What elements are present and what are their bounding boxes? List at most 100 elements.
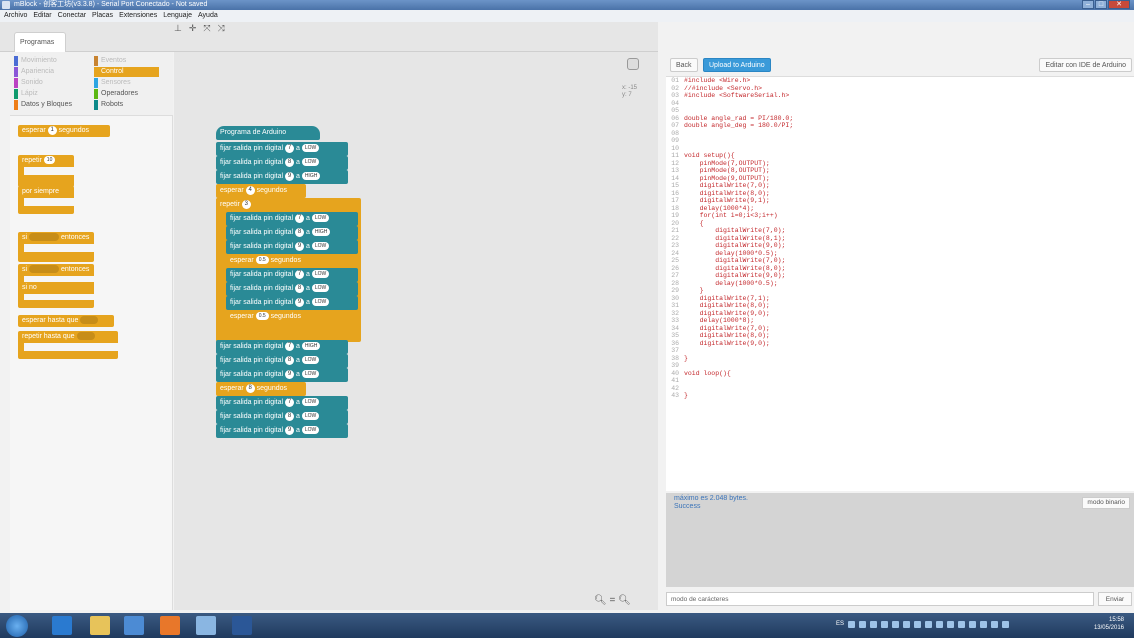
level-dropdown[interactable]: LOW (301, 412, 320, 421)
maximize-button[interactable]: □ (1095, 0, 1107, 9)
level-dropdown[interactable]: LOW (301, 158, 320, 167)
minimize-button[interactable]: – (1082, 0, 1094, 9)
tray-icon[interactable] (980, 621, 987, 628)
send-button[interactable]: Enviar (1098, 592, 1132, 606)
set-pin-block[interactable]: fijar salida pin digital 8 a HIGH (226, 226, 358, 240)
wait-block[interactable]: esperar 0.5 segundos (226, 254, 316, 268)
condition-slot[interactable] (76, 332, 95, 341)
pin-value[interactable]: 8 (285, 157, 294, 167)
mblock-icon[interactable] (196, 616, 216, 635)
block-value[interactable]: 10 (43, 156, 56, 165)
tray-icon[interactable] (947, 621, 954, 628)
level-dropdown[interactable]: LOW (301, 356, 320, 365)
category-eventos[interactable]: Eventos (94, 56, 159, 66)
tray-icon[interactable] (914, 621, 921, 628)
tray-icon[interactable] (903, 621, 910, 628)
set-pin-block[interactable]: fijar salida pin digital 7 a LOW (226, 268, 358, 282)
pin-value[interactable]: 9 (285, 171, 294, 181)
wait-block[interactable]: esperar 4 segundos (216, 184, 306, 198)
category-sonido[interactable]: Sonido (14, 78, 79, 88)
tray-icon[interactable] (1002, 621, 1009, 628)
wait-value[interactable]: 8 (245, 383, 255, 393)
pin-value[interactable]: 7 (295, 213, 304, 223)
level-dropdown[interactable]: LOW (311, 242, 330, 251)
duplicate-icon[interactable]: ⊥ (174, 23, 182, 34)
pin-value[interactable]: 9 (295, 241, 304, 251)
language-indicator[interactable]: ES (836, 621, 844, 627)
pin-value[interactable]: 8 (295, 283, 304, 293)
code-editor[interactable]: 01 #include <Wire.h> 02 //#include <Servo.h… (666, 76, 1134, 491)
set-pin-block[interactable]: fijar salida pin digital 8 a LOW (226, 282, 358, 296)
tray-icon[interactable] (892, 621, 899, 628)
set-pin-block[interactable]: fijar salida pin digital 7 a HIGH (216, 340, 348, 354)
zoom-out-icon[interactable]: 🔍︎ (594, 595, 607, 606)
wait-value[interactable]: 0.5 (255, 256, 269, 265)
grow-icon[interactable]: ⤧ (203, 23, 210, 34)
start-button[interactable] (6, 615, 28, 637)
menu-item[interactable]: Archivo (4, 10, 27, 22)
repeat-value[interactable]: 3 (241, 199, 251, 209)
serial-input[interactable]: modo de carácteres (666, 592, 1094, 606)
tray-icon[interactable] (991, 621, 998, 628)
pin-value[interactable]: 8 (285, 411, 294, 421)
pin-value[interactable]: 9 (285, 425, 294, 435)
category-lápiz[interactable]: Lápiz (14, 89, 79, 99)
tray-icon[interactable] (958, 621, 965, 628)
media-icon[interactable] (124, 616, 144, 635)
delete-icon[interactable]: ✛ (189, 23, 197, 34)
tab-programas[interactable]: Programas (14, 32, 66, 52)
level-dropdown[interactable]: LOW (301, 370, 320, 379)
tray-icon[interactable] (936, 621, 943, 628)
menu-item[interactable]: Placas (92, 10, 113, 22)
clock[interactable]: 15:58 13/05/2016 (1094, 616, 1124, 632)
set-pin-block[interactable]: fijar salida pin digital 8 a LOW (216, 354, 348, 368)
pin-value[interactable]: 7 (285, 341, 294, 351)
level-dropdown[interactable]: HIGH (301, 342, 321, 351)
pin-value[interactable]: 8 (285, 355, 294, 365)
level-dropdown[interactable]: LOW (301, 398, 320, 407)
tray-icon[interactable] (969, 621, 976, 628)
level-dropdown[interactable]: LOW (311, 270, 330, 279)
menu-item[interactable]: Ayuda (198, 10, 218, 22)
pin-value[interactable]: 9 (285, 369, 294, 379)
level-dropdown[interactable]: LOW (311, 214, 330, 223)
level-dropdown[interactable]: LOW (311, 284, 330, 293)
wait-block[interactable]: esperar 1 segundos (18, 125, 110, 137)
back-button[interactable]: Back (670, 58, 698, 72)
set-pin-block[interactable]: fijar salida pin digital 7 a LOW (216, 142, 348, 156)
ie-icon[interactable] (52, 616, 72, 635)
tray-icon[interactable] (870, 621, 877, 628)
category-operadores[interactable]: Operadores (94, 89, 159, 99)
condition-slot[interactable] (29, 233, 60, 242)
set-pin-block[interactable]: fijar salida pin digital 9 a HIGH (216, 170, 348, 184)
pin-value[interactable]: 8 (295, 227, 304, 237)
level-dropdown[interactable]: HIGH (301, 172, 321, 181)
wait-value[interactable]: 0.5 (255, 312, 269, 321)
menu-item[interactable]: Conectar (58, 10, 86, 22)
pin-value[interactable]: 7 (285, 143, 294, 153)
edit-ide-button[interactable]: Editar con IDE de Arduino (1039, 58, 1132, 72)
menu-item[interactable]: Extensiones (119, 10, 157, 22)
set-pin-block[interactable]: fijar salida pin digital 8 a LOW (216, 156, 348, 170)
tray-icon[interactable] (848, 621, 855, 628)
explorer-icon[interactable] (90, 616, 110, 635)
set-pin-block[interactable]: fijar salida pin digital 7 a LOW (216, 396, 348, 410)
set-pin-block[interactable]: fijar salida pin digital 9 a LOW (216, 424, 348, 438)
tray-icon[interactable] (881, 621, 888, 628)
set-pin-block[interactable]: fijar salida pin digital 9 a LOW (216, 368, 348, 382)
category-robots[interactable]: Robots (94, 100, 159, 110)
set-pin-block[interactable]: fijar salida pin digital 7 a LOW (226, 212, 358, 226)
level-dropdown[interactable]: HIGH (311, 228, 331, 237)
condition-slot[interactable] (80, 316, 99, 325)
wait-block[interactable]: esperar 8 segundos (216, 382, 306, 396)
scripts-area[interactable]: x: -15 y: 7 Programa de Arduino fijar sa… (174, 52, 658, 610)
pin-value[interactable]: 9 (295, 297, 304, 307)
level-dropdown[interactable]: LOW (301, 144, 320, 153)
wait-value[interactable]: 4 (245, 185, 255, 195)
category-apariencia[interactable]: Apariencia (14, 67, 79, 77)
shrink-icon[interactable]: ⤨ (218, 23, 225, 34)
zoom-in-icon[interactable]: 🔍︎ (618, 595, 631, 606)
category-datos-y-bloques[interactable]: Datos y Bloques (14, 100, 79, 110)
wait-block[interactable]: esperar 0.5 segundos (226, 310, 316, 324)
upload-button[interactable]: Upload to Arduino (703, 58, 771, 72)
